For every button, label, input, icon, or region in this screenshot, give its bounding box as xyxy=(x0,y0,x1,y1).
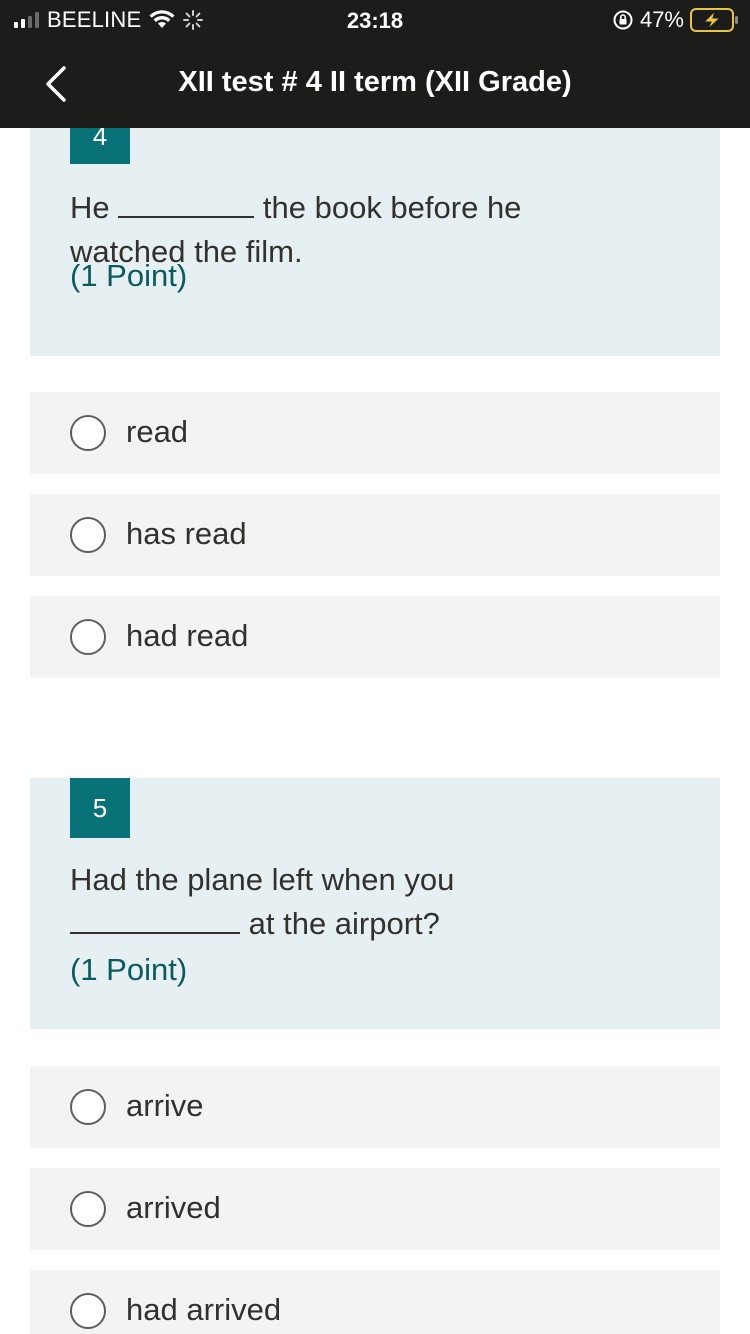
option-arrived[interactable]: arrived xyxy=(30,1168,720,1250)
question-points: (1 Point) xyxy=(70,258,188,293)
question-number-badge: 4 xyxy=(70,128,130,164)
battery-charging-icon xyxy=(690,8,738,32)
nav-bar: XII test # 4 II term (XII Grade) xyxy=(0,40,750,128)
radio-button[interactable] xyxy=(70,517,106,553)
question-text: Had the plane left when you at the airpo… xyxy=(70,858,630,946)
radio-button[interactable] xyxy=(70,1191,106,1227)
orientation-lock-icon xyxy=(613,10,633,30)
option-label: arrive xyxy=(126,1088,204,1123)
option-label: has read xyxy=(126,516,247,551)
radio-button[interactable] xyxy=(70,1293,106,1329)
radio-button[interactable] xyxy=(70,415,106,451)
status-right: 47% xyxy=(612,7,740,33)
question-card-4: 4 He the book before he watched the film… xyxy=(30,128,720,356)
question-points: (1 Point) xyxy=(70,952,188,987)
page-title: XII test # 4 II term (XII Grade) xyxy=(178,66,572,98)
radio-button[interactable] xyxy=(70,1089,106,1125)
option-read[interactable]: read xyxy=(30,392,720,474)
question-card-5: 5 Had the plane left when you at the air… xyxy=(30,778,720,1029)
option-label: arrived xyxy=(126,1190,221,1225)
option-label: had arrived xyxy=(126,1292,282,1327)
question-text-part: He xyxy=(70,190,110,225)
option-had-read[interactable]: had read xyxy=(30,596,720,678)
option-has-read[interactable]: has read xyxy=(30,494,720,576)
question-text-part: at the airport? xyxy=(248,906,440,941)
answer-blank xyxy=(70,904,240,934)
option-had-arrived[interactable]: had arrived xyxy=(30,1270,720,1334)
question-number-badge: 5 xyxy=(70,778,130,838)
form-content[interactable]: 4 He the book before he watched the film… xyxy=(0,128,750,1334)
status-bar: BEELINE 23:18 47% xyxy=(0,0,750,40)
battery-percent: 47% xyxy=(639,7,684,32)
radio-button[interactable] xyxy=(70,619,106,655)
question-text-part: Had the plane left when you xyxy=(70,862,455,897)
answer-blank xyxy=(118,188,255,218)
option-label: read xyxy=(126,414,189,449)
option-arrive[interactable]: arrive xyxy=(30,1066,720,1148)
question-text-part: the book before he xyxy=(262,190,522,225)
option-label: had read xyxy=(126,618,249,653)
